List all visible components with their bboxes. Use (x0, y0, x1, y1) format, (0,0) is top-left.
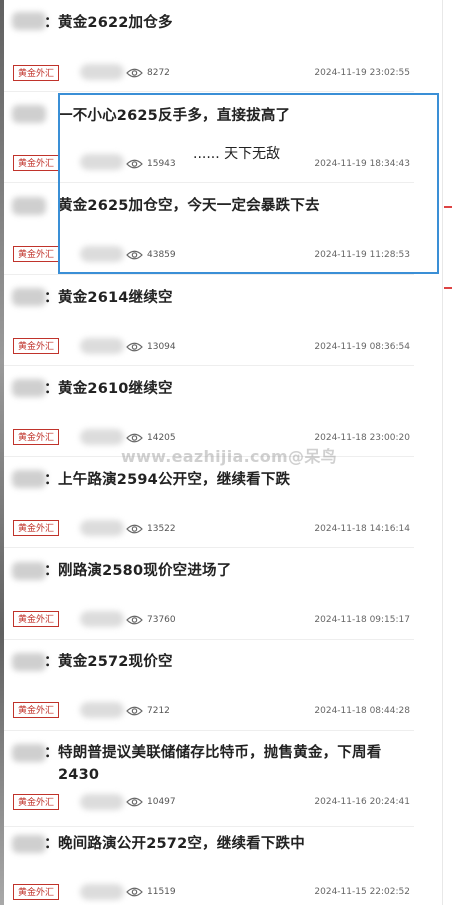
annotation-note: ...... 天下无敌 (193, 146, 281, 162)
post-time: 2024-11-15 22:02:52 (314, 887, 410, 897)
right-red-mark (444, 206, 452, 208)
author-name[interactable] (80, 702, 124, 718)
view-count-value: 7212 (147, 706, 170, 716)
title-colon: ： (44, 15, 59, 31)
post-time: 2024-11-19 08:36:54 (314, 342, 410, 352)
post-title[interactable]: 晚间路演公开2572空，继续看下跌中 (58, 833, 412, 855)
author-name[interactable] (80, 64, 124, 80)
eye-icon (126, 706, 143, 716)
avatar (12, 653, 46, 671)
title-colon: ： (44, 654, 59, 670)
post-title[interactable]: 黄金2572现价空 (58, 651, 412, 673)
right-divider (442, 0, 443, 905)
view-count: 73760 (126, 613, 176, 627)
view-count: 8272 (126, 66, 170, 80)
view-count: 13094 (126, 340, 176, 354)
category-tag[interactable]: 黄金外汇 (13, 794, 59, 810)
right-red-mark (444, 287, 452, 289)
post-title[interactable]: 黄金2622加仓多 (58, 12, 412, 34)
category-tag[interactable]: 黄金外汇 (13, 338, 59, 354)
category-tag[interactable]: 黄金外汇 (13, 520, 59, 536)
avatar (12, 470, 46, 488)
post-title[interactable]: 特朗普提议美联储储存比特币，抛售黄金，下周看2430 (58, 742, 408, 786)
author-name[interactable] (80, 884, 124, 900)
eye-icon (126, 342, 143, 352)
title-colon: ： (44, 563, 59, 579)
category-tag[interactable]: 黄金外汇 (13, 702, 59, 718)
view-count-value: 73760 (147, 615, 176, 625)
eye-icon (126, 887, 143, 897)
author-name[interactable] (80, 429, 124, 445)
title-colon: ： (44, 472, 59, 488)
eye-icon (126, 68, 143, 78)
highlight-box (58, 93, 439, 274)
category-tag[interactable]: 黄金外汇 (13, 611, 59, 627)
list-item[interactable]: ： 黄金2622加仓多 黄金外汇 8272 2024-11-19 23:02:5… (4, 0, 414, 92)
avatar (12, 105, 46, 123)
avatar (12, 197, 46, 215)
post-time: 2024-11-16 20:24:41 (314, 797, 410, 807)
author-name[interactable] (80, 611, 124, 627)
view-count: 11519 (126, 885, 176, 899)
list-item[interactable]: ： 黄金2572现价空 黄金外汇 7212 2024-11-18 08:44:2… (4, 639, 414, 731)
post-time: 2024-11-18 08:44:28 (314, 706, 410, 716)
list-item[interactable]: ： 黄金2614继续空 黄金外汇 13094 2024-11-19 08:36:… (4, 274, 414, 366)
view-count: 13522 (126, 522, 176, 536)
title-colon: ： (44, 745, 59, 761)
list-item[interactable]: ： 上午路演2594公开空，继续看下跌 黄金外汇 13522 2024-11-1… (4, 456, 414, 548)
view-count-value: 8272 (147, 68, 170, 78)
post-title[interactable]: 黄金2614继续空 (58, 287, 412, 309)
avatar (12, 562, 46, 580)
avatar (12, 744, 46, 762)
view-count-value: 13094 (147, 342, 176, 352)
view-count-value: 13522 (147, 524, 176, 534)
post-title-text: 特朗普提议美联储储存比特币，抛售黄金，下周看2430 (58, 745, 382, 783)
view-count-value: 11519 (147, 887, 176, 897)
post-time: 2024-11-18 14:16:14 (314, 524, 410, 534)
post-title[interactable]: 上午路演2594公开空，继续看下跌 (58, 469, 412, 491)
watermark: www.eazhijia.com@呆鸟 (121, 447, 337, 466)
avatar (12, 379, 46, 397)
post-time: 2024-11-18 09:15:17 (314, 615, 410, 625)
view-count-value: 10497 (147, 797, 176, 807)
view-count: 10497 (126, 795, 176, 809)
category-tag[interactable]: 黄金外汇 (13, 884, 59, 900)
post-time: 2024-11-19 23:02:55 (314, 68, 410, 78)
post-title[interactable]: 黄金2610继续空 (58, 378, 412, 400)
list-item[interactable]: ： 刚路演2580现价空进场了 黄金外汇 73760 2024-11-18 09… (4, 548, 414, 640)
list-item[interactable]: ： 晚间路演公开2572空，继续看下跌中 黄金外汇 11519 2024-11-… (4, 821, 414, 905)
author-name[interactable] (80, 520, 124, 536)
view-count: 7212 (126, 704, 170, 718)
title-colon: ： (44, 836, 59, 852)
eye-icon (126, 797, 143, 807)
category-tag[interactable]: 黄金外汇 (13, 65, 59, 81)
category-tag[interactable]: 黄金外汇 (13, 155, 59, 171)
post-title[interactable]: 刚路演2580现价空进场了 (58, 560, 412, 582)
author-name[interactable] (80, 338, 124, 354)
post-feed: ： 黄金2622加仓多 黄金外汇 8272 2024-11-19 23:02:5… (0, 0, 452, 905)
avatar (12, 12, 46, 30)
avatar (12, 288, 46, 306)
eye-icon (126, 524, 143, 534)
title-colon: ： (44, 381, 59, 397)
category-tag[interactable]: 黄金外汇 (13, 246, 59, 262)
author-name[interactable] (80, 794, 124, 810)
avatar (12, 835, 46, 853)
eye-icon (126, 433, 143, 443)
eye-icon (126, 615, 143, 625)
title-colon: ： (44, 290, 59, 306)
list-item[interactable]: ： 特朗普提议美联储储存比特币，抛售黄金，下周看2430 黄金外汇 10497 … (4, 730, 414, 827)
category-tag[interactable]: 黄金外汇 (13, 429, 59, 445)
